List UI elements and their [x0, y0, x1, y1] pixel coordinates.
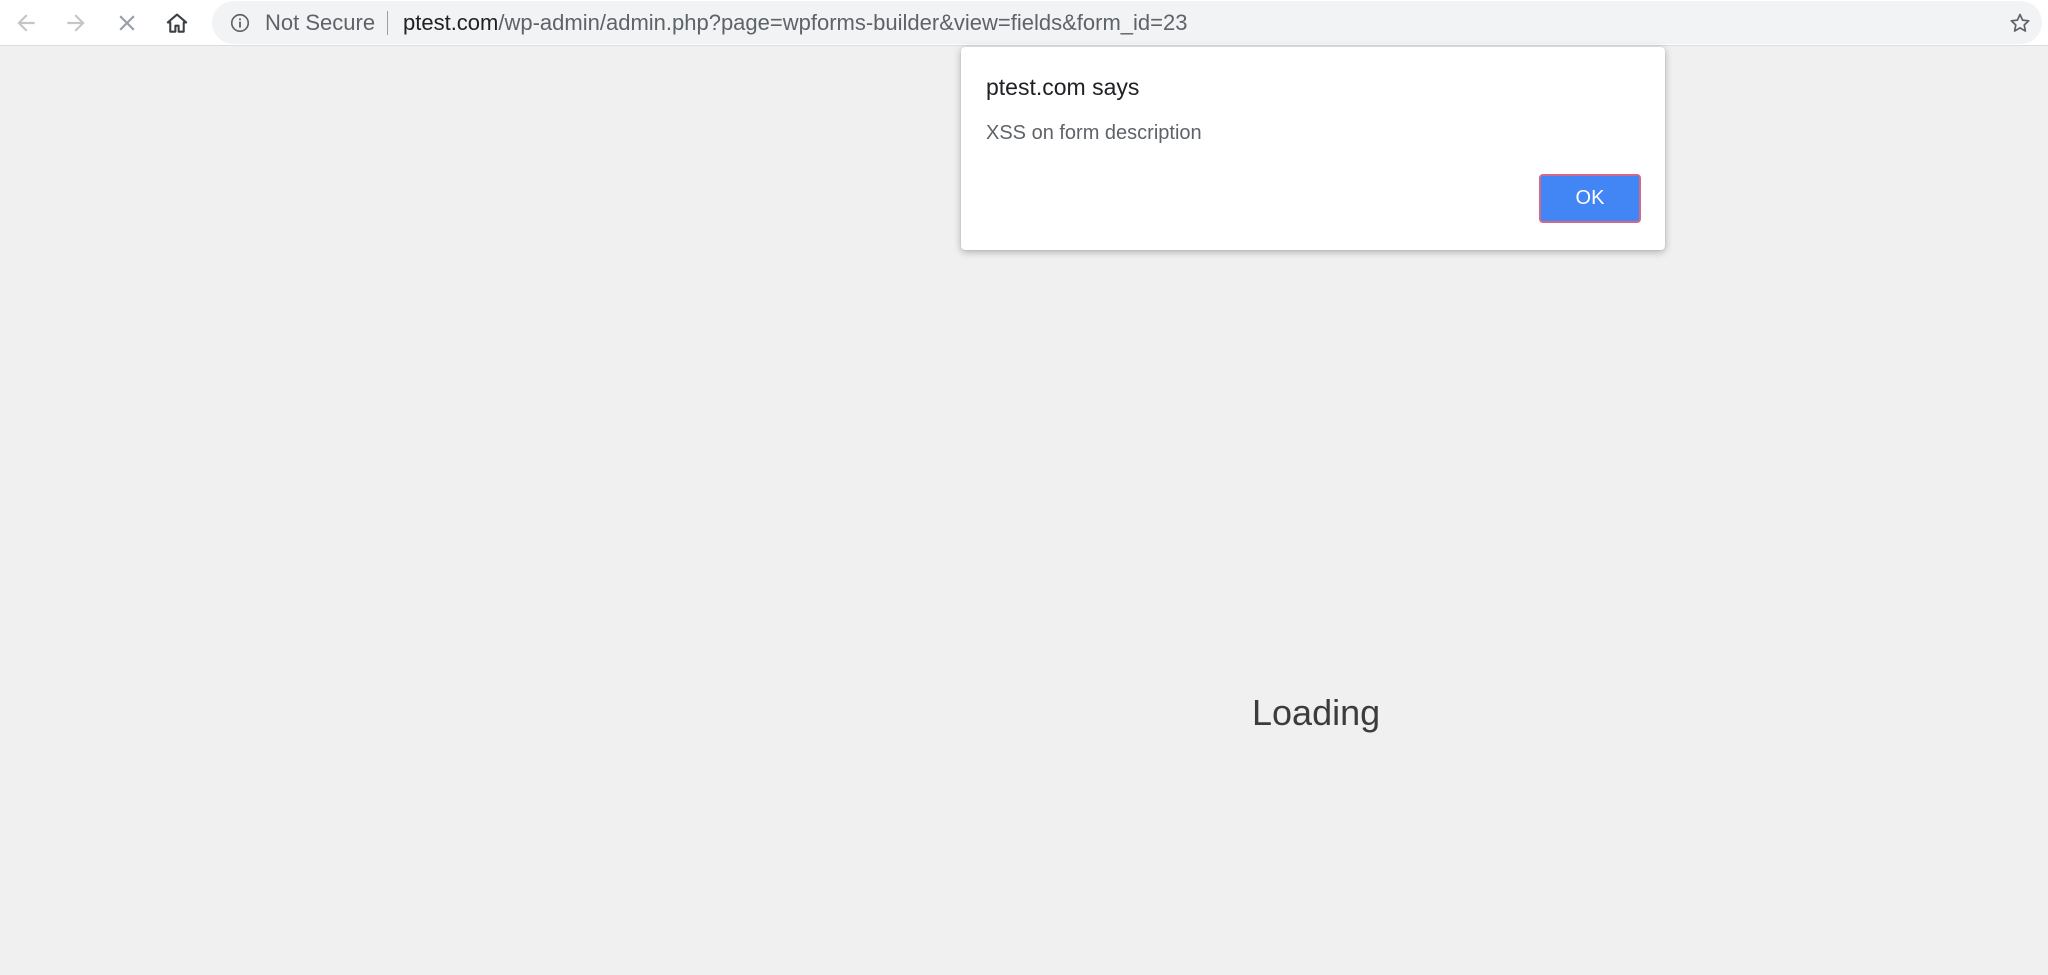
back-button[interactable]: [7, 4, 45, 42]
dialog-message: XSS on form description: [986, 122, 1202, 144]
close-x-icon: [119, 15, 135, 31]
url-path: /wp-admin/admin.php?page=wpforms-builder…: [498, 10, 1188, 35]
omnibox-divider: [387, 11, 388, 35]
star-outline-icon[interactable]: [2008, 11, 2032, 35]
info-circle-icon[interactable]: [229, 12, 251, 34]
security-status-label[interactable]: Not Secure: [265, 11, 375, 35]
home-button[interactable]: [158, 4, 196, 42]
ok-button[interactable]: OK: [1539, 174, 1641, 223]
alert-dialog: ptest.com says XSS on form description O…: [961, 47, 1665, 250]
url-text[interactable]: ptest.com/wp-admin/admin.php?page=wpform…: [403, 11, 1187, 35]
loading-text: Loading: [1252, 692, 1381, 733]
home-icon: [166, 13, 188, 33]
dialog-title: ptest.com says: [986, 74, 1140, 100]
arrow-left-icon: [17, 14, 35, 32]
stop-loading-button[interactable]: [108, 4, 146, 42]
browser-toolbar: Not Secure ptest.com/wp-admin/admin.php?…: [0, 0, 2048, 46]
arrow-right-icon: [67, 14, 85, 32]
url-host: ptest.com: [403, 10, 499, 35]
forward-button[interactable]: [57, 4, 95, 42]
address-bar[interactable]: Not Secure ptest.com/wp-admin/admin.php?…: [212, 1, 2042, 44]
